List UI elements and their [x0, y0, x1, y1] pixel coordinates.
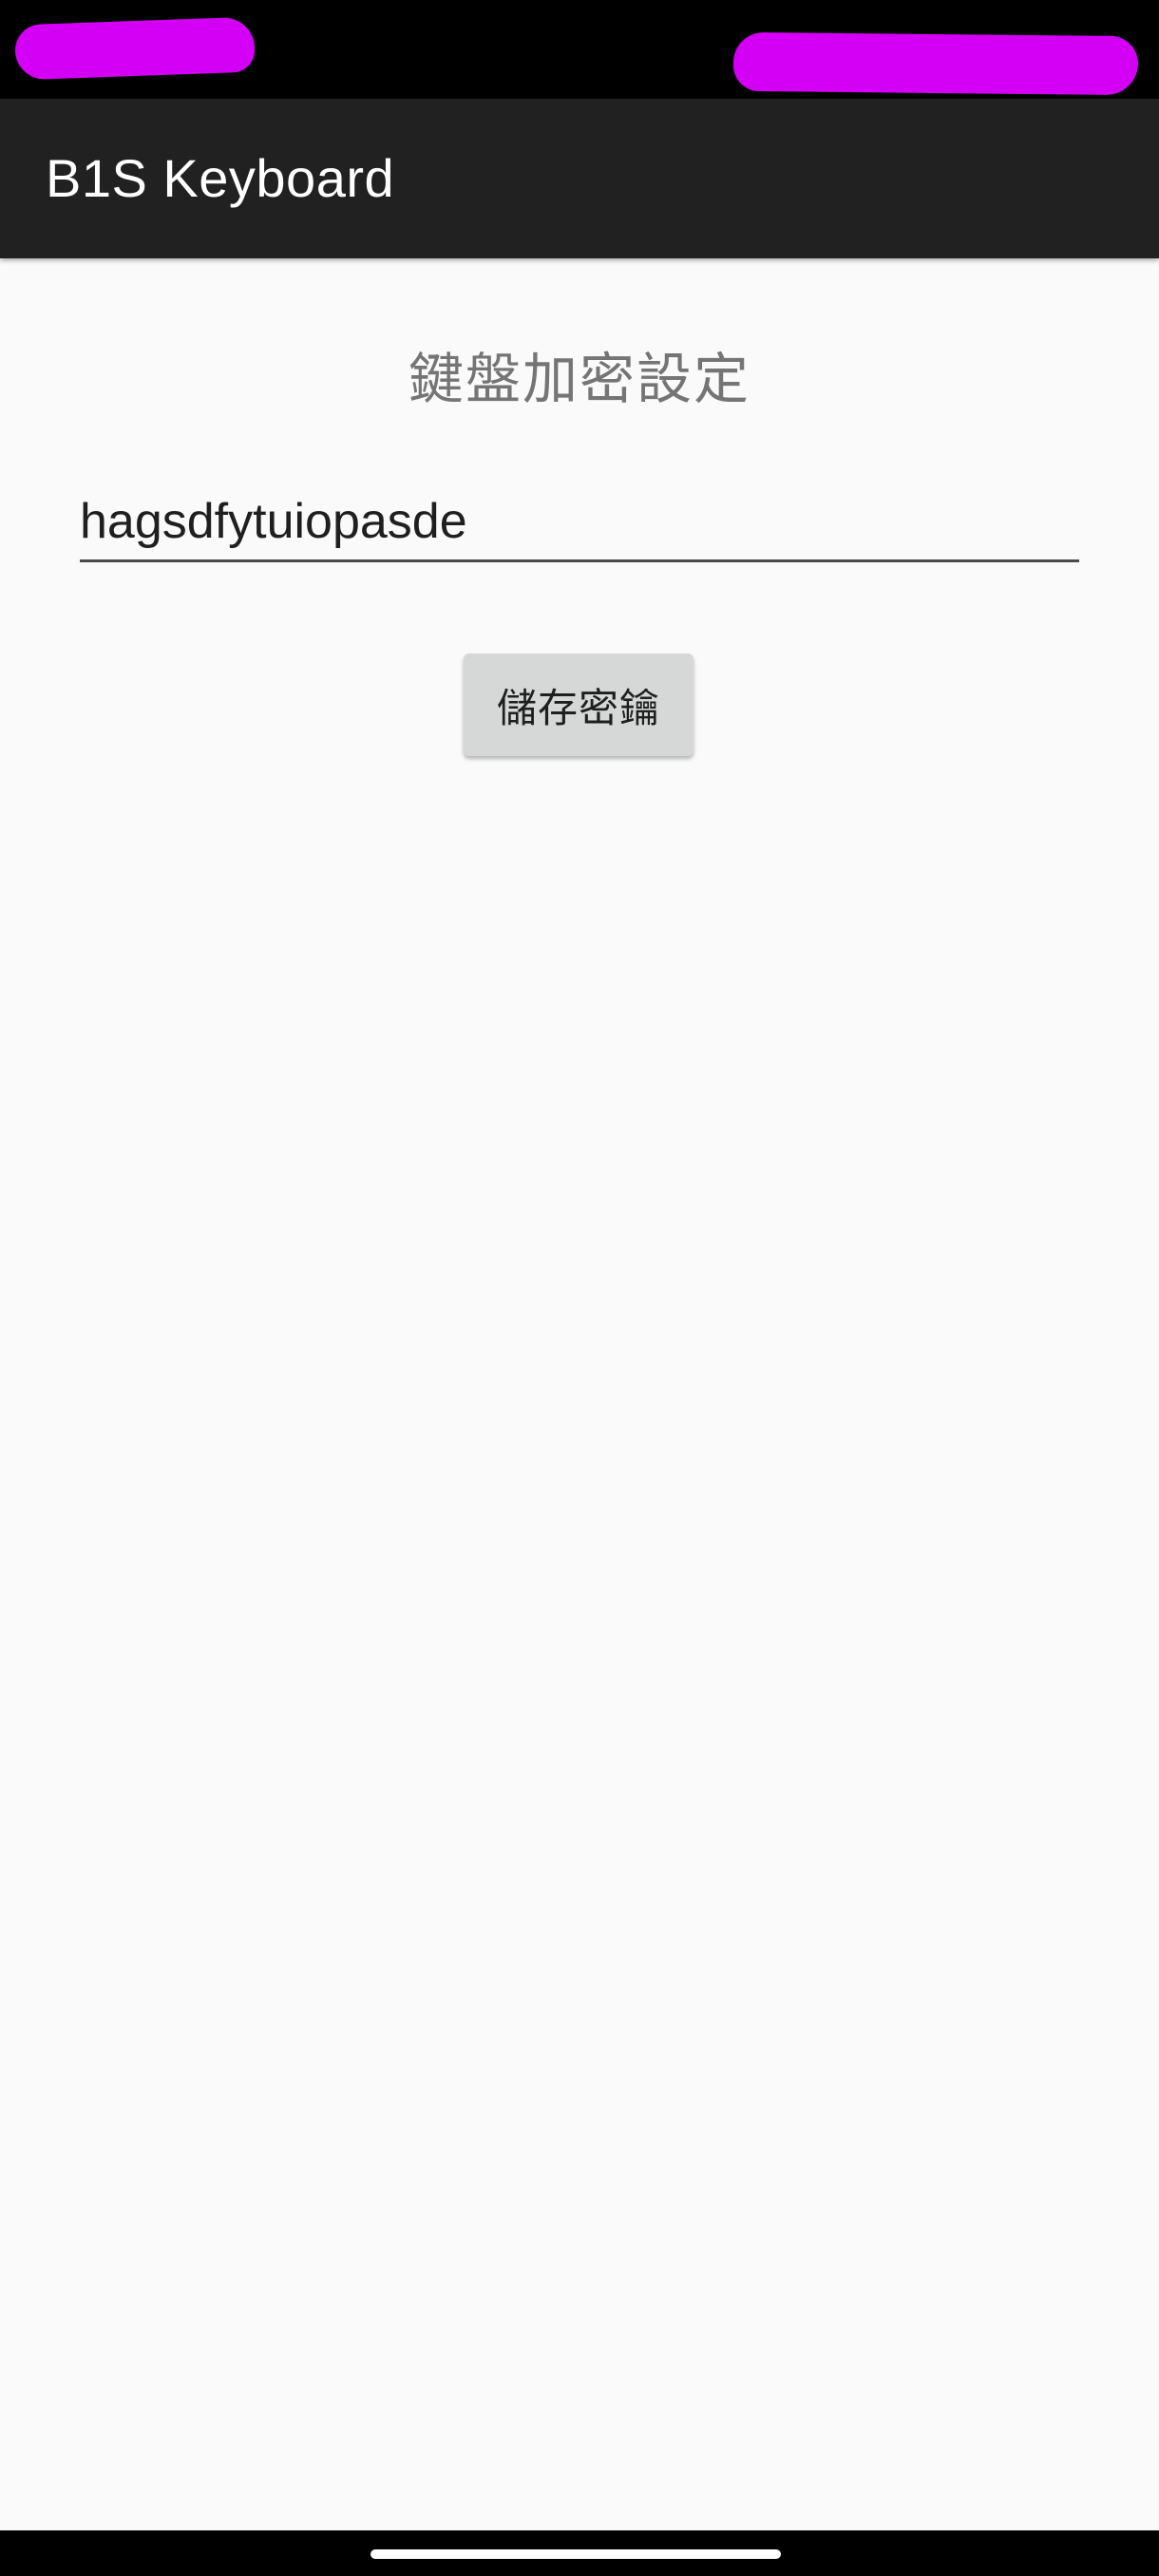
main-content: 鍵盤加密設定 儲存密鑰 [0, 258, 1159, 2530]
app-title: B1S Keyboard [46, 148, 395, 208]
app-bar: B1S Keyboard [0, 99, 1159, 258]
status-bar [0, 0, 1159, 99]
home-gesture-handle[interactable] [370, 2549, 781, 2559]
navigation-bar [0, 2530, 1159, 2576]
redaction-mark-left [14, 16, 256, 81]
encryption-key-input[interactable] [80, 483, 1079, 562]
save-key-button[interactable]: 儲存密鑰 [464, 653, 694, 756]
redaction-mark-right [732, 31, 1139, 96]
page-heading: 鍵盤加密設定 [408, 347, 750, 411]
app-screen: B1S Keyboard 鍵盤加密設定 儲存密鑰 [0, 0, 1159, 2576]
